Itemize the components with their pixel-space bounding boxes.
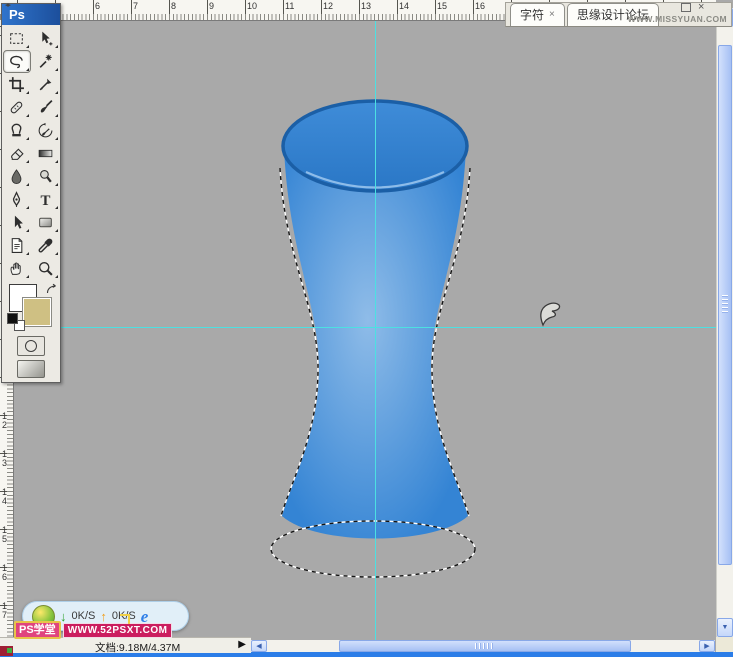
watermark-bracket-icon (120, 614, 130, 624)
dodge-tool-icon (37, 168, 54, 185)
healing-brush-tool-icon (8, 99, 25, 116)
crop-tool[interactable] (4, 74, 30, 95)
vertical-scroll-thumb[interactable] (718, 45, 732, 565)
clone-stamp-tool-icon (8, 122, 25, 139)
h-ruler-number: 8 (171, 1, 176, 11)
hand-tool[interactable] (4, 258, 30, 279)
v-ruler-number: 13 (2, 450, 10, 468)
lasso-tool[interactable] (3, 50, 31, 73)
pen-tool[interactable] (4, 189, 30, 210)
notes-tool[interactable] (4, 235, 30, 256)
eraser-tool-icon (8, 145, 25, 162)
h-ruler-number: 15 (437, 1, 447, 11)
slice-tool[interactable] (33, 74, 59, 95)
history-brush-tool-icon (37, 122, 54, 139)
slice-tool-icon (37, 76, 54, 93)
shape-tool-icon (37, 214, 54, 231)
window-buttons: × (681, 2, 704, 13)
healing-brush-tool[interactable] (4, 97, 30, 118)
scroll-down-button[interactable]: ▼ (717, 618, 733, 637)
v-ruler-number: 14 (2, 488, 10, 506)
horizontal-scrollbar[interactable]: ◀ ▶ (251, 640, 715, 652)
status-menu-arrow[interactable]: ▶ (238, 639, 246, 650)
shape-tool[interactable] (33, 212, 59, 233)
site-watermark: PS学堂 WWW.52PSXT.COM (14, 621, 172, 639)
dock-grip-icon[interactable]: ◂▸ (5, 1, 10, 9)
v-ruler-number: 15 (2, 526, 10, 544)
toolbox-palette: ◂▸ Ps T (1, 3, 61, 383)
document-canvas[interactable] (0, 0, 733, 657)
h-ruler-number: 16 (475, 1, 485, 11)
rectangular-marquee-tool[interactable] (4, 28, 30, 49)
lasso-tool-icon (8, 53, 25, 70)
dodge-tool[interactable] (33, 166, 59, 187)
hand-tool-icon (8, 260, 25, 277)
quick-mask-circle-icon (25, 340, 37, 352)
h-ruler-number: 11 (285, 1, 294, 11)
horizontal-scroll-thumb[interactable] (339, 640, 631, 652)
gradient-tool[interactable] (33, 143, 59, 164)
notes-tool-icon (8, 237, 25, 254)
blur-tool-icon (8, 168, 25, 185)
magic-wand-tool[interactable] (33, 51, 59, 72)
swap-colors-icon[interactable] (45, 282, 58, 300)
photoshop-logo: Ps (9, 7, 25, 22)
history-brush-tool[interactable] (33, 120, 59, 141)
h-ruler-number: 7 (133, 1, 138, 11)
v-ruler-number: 12 (2, 412, 10, 430)
lasso-cursor (541, 303, 560, 325)
screen-mode-button[interactable] (17, 360, 45, 378)
h-ruler-number: 13 (361, 1, 371, 11)
status-bar: 文档:9.18M/4.37M ▶ (0, 637, 251, 653)
magic-wand-tool-icon (37, 53, 54, 70)
gradient-tool-icon (37, 145, 54, 162)
color-swatch-area (2, 282, 60, 332)
move-tool[interactable] (33, 28, 59, 49)
vertical-scrollbar[interactable]: ▲ ▼ (716, 8, 733, 637)
quick-mask-button[interactable] (17, 336, 45, 356)
crop-tool-icon (8, 76, 25, 93)
toolbox-titlebar[interactable]: Ps (2, 4, 60, 25)
eraser-tool[interactable] (4, 143, 30, 164)
close-icon[interactable]: × (698, 2, 704, 13)
background-color-swatch[interactable] (23, 298, 51, 326)
zoom-tool-icon (37, 260, 54, 277)
type-tool[interactable]: T (33, 189, 59, 210)
maximize-icon[interactable] (681, 3, 691, 12)
blur-tool[interactable] (4, 166, 30, 187)
h-ruler-number: 9 (209, 1, 214, 11)
v-ruler-number: 16 (2, 564, 10, 582)
tab-character[interactable]: 字符 × (510, 3, 565, 26)
eyedropper-tool[interactable] (33, 235, 59, 256)
tab-close-icon[interactable]: × (549, 10, 555, 20)
brush-tool-icon (37, 99, 54, 116)
path-selection-tool-icon (8, 214, 25, 231)
h-ruler-number: 6 (95, 1, 100, 11)
svg-text:T: T (41, 193, 51, 208)
h-ruler-number: 12 (323, 1, 333, 11)
scroll-left-button[interactable]: ◀ (251, 640, 267, 652)
watermark-url: WWW.52PSXT.COM (63, 623, 173, 638)
brush-tool[interactable] (33, 97, 59, 118)
h-ruler-number: 14 (399, 1, 409, 11)
watermark-logo: PS学堂 (14, 621, 61, 639)
document-size-info: 文档:9.18M/4.37M (95, 640, 180, 655)
rectangular-marquee-tool-icon (8, 30, 25, 47)
scroll-right-button[interactable]: ▶ (699, 640, 715, 652)
tool-grid: T (2, 25, 60, 282)
path-selection-tool[interactable] (4, 212, 30, 233)
pen-tool-icon (8, 191, 25, 208)
type-tool-icon: T (37, 191, 54, 208)
eyedropper-tool-icon (37, 237, 54, 254)
move-tool-icon (37, 30, 54, 47)
v-ruler-number: 17 (2, 602, 10, 620)
scrollbar-corner (716, 637, 733, 652)
h-ruler-number: 10 (247, 1, 257, 11)
photoshop-window: { "colors": { "canvas_bg": "#a9a9a9", "g… (0, 0, 733, 657)
clone-stamp-tool[interactable] (4, 120, 30, 141)
missyuan-watermark: WWW.MISSYUAN.COM (628, 14, 727, 24)
default-colors-icon[interactable] (7, 313, 24, 330)
taskbar-icon-fragment (0, 646, 13, 656)
zoom-tool[interactable] (33, 258, 59, 279)
